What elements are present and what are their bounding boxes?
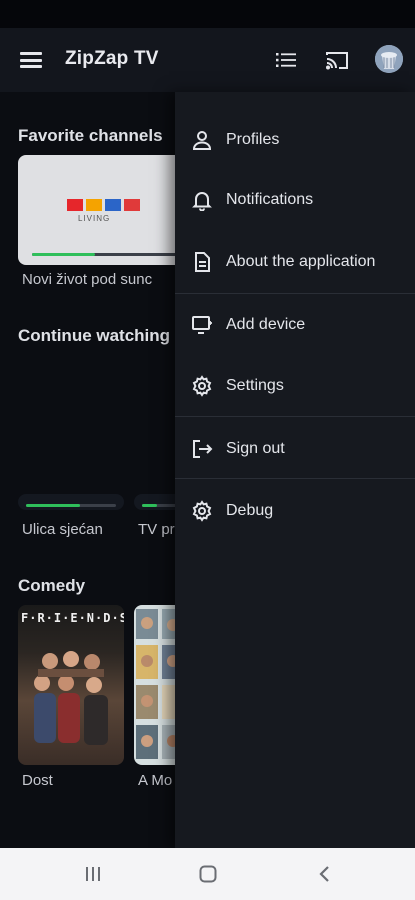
- continue-caption: Ulica sjećan: [22, 521, 103, 538]
- progress-bar: [26, 504, 116, 507]
- user-avatar[interactable]: [375, 45, 403, 73]
- section-title-continue: Continue watching: [18, 326, 171, 345]
- section-title-comedy: Comedy: [18, 576, 86, 595]
- progress-bar: [32, 253, 182, 256]
- drawer-item-label: Sign out: [226, 440, 285, 457]
- cast-icon[interactable]: [323, 46, 351, 74]
- progress-fill: [32, 253, 95, 256]
- gear-icon: [191, 375, 213, 397]
- drawer-item-label: Settings: [226, 377, 284, 394]
- progress-fill: [142, 504, 157, 507]
- back-icon[interactable]: [312, 862, 338, 886]
- drawer-divider: [175, 293, 415, 294]
- poster-caption: Dost: [22, 772, 53, 789]
- drawer-item-about[interactable]: About the application: [175, 236, 415, 288]
- drawer-item-notifications[interactable]: Notifications: [175, 174, 415, 226]
- recent-apps-icon[interactable]: [80, 862, 106, 886]
- drawer-item-label: Add device: [226, 316, 306, 333]
- section-title-favorites: Favorite channels: [18, 126, 163, 145]
- app-title: ZipZap TV: [65, 48, 159, 69]
- channel-caption: Novi život pod sunc: [22, 271, 153, 288]
- drawer-item-label: Profiles: [226, 131, 280, 148]
- gear-icon: [191, 500, 213, 522]
- drawer-item-settings[interactable]: Settings: [175, 360, 415, 412]
- drawer-item-debug[interactable]: Debug: [175, 485, 415, 537]
- list-icon[interactable]: [272, 46, 300, 74]
- sign-out-icon: [191, 438, 213, 460]
- continue-caption: TV pr: [138, 521, 175, 538]
- status-bar: [0, 0, 415, 28]
- poster-artwork: [28, 647, 114, 757]
- system-navigation-bar: [0, 848, 415, 900]
- poster-friends[interactable]: F·R·I·E·N·D·S: [18, 605, 124, 765]
- drawer-divider: [175, 416, 415, 417]
- bell-icon: [191, 189, 213, 211]
- drawer-item-label: Notifications: [226, 191, 314, 208]
- channel-card-rtl-living[interactable]: LIVING: [18, 155, 198, 265]
- add-device-icon: [191, 314, 213, 336]
- person-icon: [191, 129, 213, 151]
- progress-fill: [26, 504, 80, 507]
- app-bar: ZipZap TV: [0, 28, 415, 92]
- hamburger-menu-icon[interactable]: [18, 48, 44, 72]
- drawer-item-label: Debug: [226, 502, 274, 519]
- drawer-divider: [175, 478, 415, 479]
- continue-card[interactable]: [18, 494, 124, 510]
- rtl-logo: [67, 199, 140, 211]
- drawer-item-label: About the application: [226, 253, 376, 270]
- home-icon[interactable]: [195, 862, 221, 886]
- poster-caption: A Mo: [138, 772, 173, 789]
- poster-title: F·R·I·E·N·D·S: [21, 611, 124, 625]
- document-icon: [191, 251, 213, 273]
- drawer-item-profiles[interactable]: Profiles: [175, 114, 415, 166]
- drawer-item-sign-out[interactable]: Sign out: [175, 423, 415, 475]
- channel-logo-text: LIVING: [78, 214, 111, 223]
- navigation-drawer: Profiles Notifications About the applica…: [175, 92, 415, 848]
- drawer-item-add-device[interactable]: Add device: [175, 299, 415, 351]
